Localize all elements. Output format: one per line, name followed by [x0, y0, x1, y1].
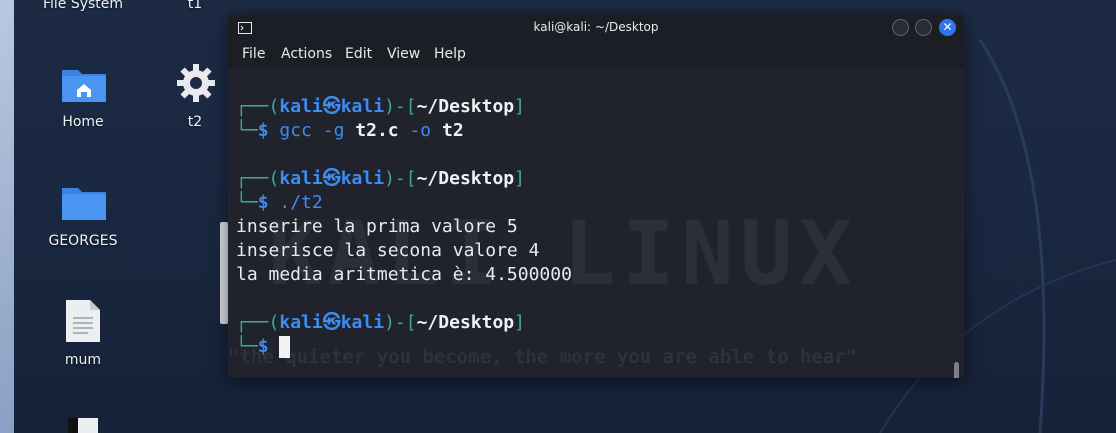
prompt-dollar: $ — [257, 192, 269, 213]
close-button[interactable]: ✕ — [939, 19, 956, 36]
menu-view[interactable]: View — [387, 46, 420, 62]
prompt-user: kali — [279, 312, 323, 333]
prompt-path: ~/Desktop — [416, 96, 515, 117]
desktop-label-file-system[interactable]: File System — [28, 0, 138, 12]
output-line: inserire la prima valore 5 — [236, 216, 518, 237]
window-title: kali@kali: ~/Desktop — [533, 20, 659, 34]
home-folder-icon — [62, 70, 106, 102]
scrollbar[interactable] — [954, 362, 959, 378]
prompt-dollar: $ — [257, 120, 269, 141]
prompt-path: ~/Desktop — [416, 312, 515, 333]
command-arg: t2 — [442, 120, 464, 141]
prompt-line: ┌──(kali㉿kali)-[~/Desktop] — [236, 168, 525, 189]
prompt-line: ┌──(kali㉿kali)-[~/Desktop] — [236, 312, 525, 333]
prompt-at-symbol: ㉿ — [322, 168, 341, 189]
menu-actions[interactable]: Actions — [281, 46, 332, 62]
prompt-host: kali — [340, 96, 385, 117]
prompt-line: ┌──(kali㉿kali)-[~/Desktop] — [236, 96, 525, 117]
prompt-user: kali — [279, 96, 323, 117]
command-line: └─$ — [236, 336, 291, 358]
kali-tagline: "the quieter you become, the more you ar… — [228, 346, 858, 368]
close-icon: ✕ — [942, 20, 953, 34]
prompt-path: ~/Desktop — [416, 168, 515, 189]
prompt-user: kali — [279, 168, 323, 189]
desktop-item-partial[interactable] — [68, 418, 98, 433]
prompt-at-symbol: ㉿ — [322, 96, 341, 117]
prompt-at-symbol: ㉿ — [322, 312, 341, 333]
menu-edit[interactable]: Edit — [345, 46, 372, 62]
text-file-icon — [66, 300, 100, 342]
desktop-label-georges: GEORGES — [48, 233, 118, 249]
prompt-host: kali — [340, 312, 385, 333]
gear-icon — [177, 64, 215, 102]
prompt-dollar: $ — [257, 336, 269, 357]
minimize-button[interactable] — [892, 19, 909, 36]
output-line: inserisce la secona valore 4 — [236, 240, 540, 261]
command-arg: t2.c — [355, 120, 399, 141]
command-flag: -o — [409, 120, 432, 141]
command-flag: -g — [322, 120, 345, 141]
prompt-host: kali — [340, 168, 385, 189]
terminal-window: kali@kali: ~/Desktop ✕ File Actions Edit… — [228, 14, 964, 378]
window-resize-handle[interactable] — [220, 222, 228, 324]
desktop-label-t1[interactable]: t1 — [140, 0, 250, 12]
command-line: └─$ ./t2 — [236, 192, 323, 213]
menu-bar: File Actions Edit View Help — [228, 42, 964, 68]
title-bar[interactable]: kali@kali: ~/Desktop ✕ — [228, 14, 964, 42]
command-name: ./t2 — [279, 192, 323, 213]
folder-icon — [62, 188, 106, 220]
menu-file[interactable]: File — [242, 46, 265, 62]
output-line: la media aritmetica è: 4.500000 — [236, 264, 572, 285]
desktop-label-mum: mum — [64, 352, 102, 368]
maximize-button[interactable] — [915, 19, 932, 36]
command-line: └─$ gcc -g t2.c -o t2 — [236, 120, 464, 141]
left-panel-edge — [0, 0, 14, 433]
menu-help[interactable]: Help — [434, 46, 466, 62]
terminal-screen[interactable]: KALI LINUX "the quieter you become, the … — [228, 68, 964, 378]
file-corner-icon — [68, 418, 78, 433]
command-name: gcc — [279, 120, 312, 141]
text-cursor — [279, 336, 291, 358]
desktop-label-home: Home — [62, 114, 104, 130]
